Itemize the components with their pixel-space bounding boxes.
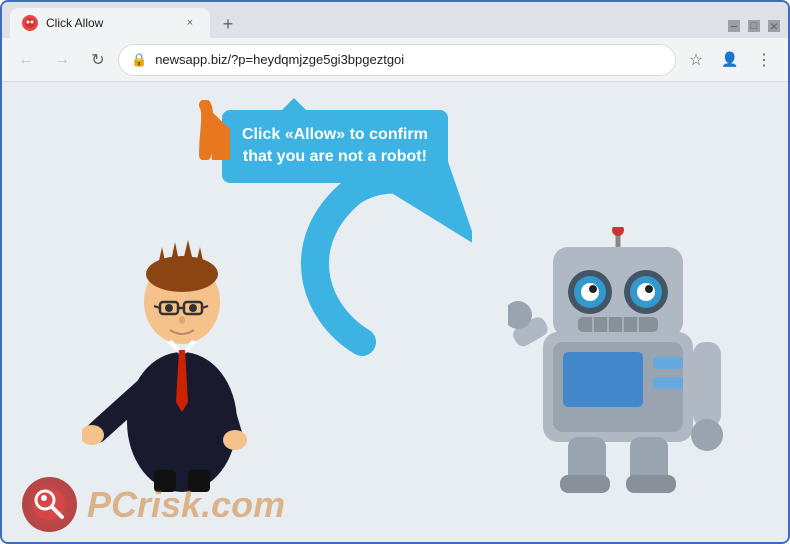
minimize-button[interactable]: − <box>728 20 740 32</box>
watermark-suffix: risk.com <box>137 484 285 525</box>
browser-window: Click Allow × + − □ × ← → ↻ 🔒 newsapp.bi… <box>0 0 790 544</box>
back-button[interactable]: ← <box>10 44 42 76</box>
refresh-icon: ↻ <box>91 50 104 70</box>
blue-curved-arrow <box>272 162 472 362</box>
callout-text-line2: that you are not a robot! <box>243 148 427 165</box>
person-illustration <box>82 202 282 482</box>
nav-bar: ← → ↻ 🔒 newsapp.biz/?p=heydqmjzge5gi3bpg… <box>2 38 788 82</box>
orange-arrow <box>180 100 230 165</box>
window-close-button[interactable]: × <box>768 20 780 32</box>
watermark-text: PCrisk.com <box>87 484 285 526</box>
tab-favicon <box>22 15 38 31</box>
lock-icon: 🔒 <box>131 52 147 68</box>
nav-actions: ☆ 👤 ⋮ <box>680 44 780 76</box>
title-bar: Click Allow × + − □ × <box>2 2 788 38</box>
forward-icon: → <box>54 51 70 69</box>
bookmark-button[interactable]: ☆ <box>680 44 712 76</box>
forward-button[interactable]: → <box>46 44 78 76</box>
profile-button[interactable]: 👤 <box>714 44 746 76</box>
menu-icon: ⋮ <box>756 50 772 70</box>
watermark-prefix: PC <box>87 484 137 525</box>
watermark: PCrisk.com <box>22 477 285 532</box>
new-tab-button[interactable]: + <box>214 10 242 38</box>
content-area: Click «Allow» to confirm that you are no… <box>2 82 788 542</box>
active-tab[interactable]: Click Allow × <box>10 8 210 38</box>
back-icon: ← <box>18 51 34 69</box>
tab-title-text: Click Allow <box>46 16 174 30</box>
url-text: newsapp.biz/?p=heydqmjzge5gi3bpgeztgoi <box>155 52 663 67</box>
menu-button[interactable]: ⋮ <box>748 44 780 76</box>
star-icon: ☆ <box>689 50 703 70</box>
pcrisk-logo <box>22 477 77 532</box>
refresh-button[interactable]: ↻ <box>82 44 114 76</box>
profile-icon: 👤 <box>721 51 738 68</box>
maximize-button[interactable]: □ <box>748 20 760 32</box>
address-bar[interactable]: 🔒 newsapp.biz/?p=heydqmjzge5gi3bpgeztgoi <box>118 44 676 76</box>
tab-close-button[interactable]: × <box>182 15 198 31</box>
callout-bubble: Click «Allow» to confirm that you are no… <box>222 110 448 183</box>
callout-text-line1: Click «Allow» to confirm <box>242 126 428 143</box>
window-controls: − □ × <box>728 20 780 38</box>
robot-illustration <box>508 227 728 487</box>
